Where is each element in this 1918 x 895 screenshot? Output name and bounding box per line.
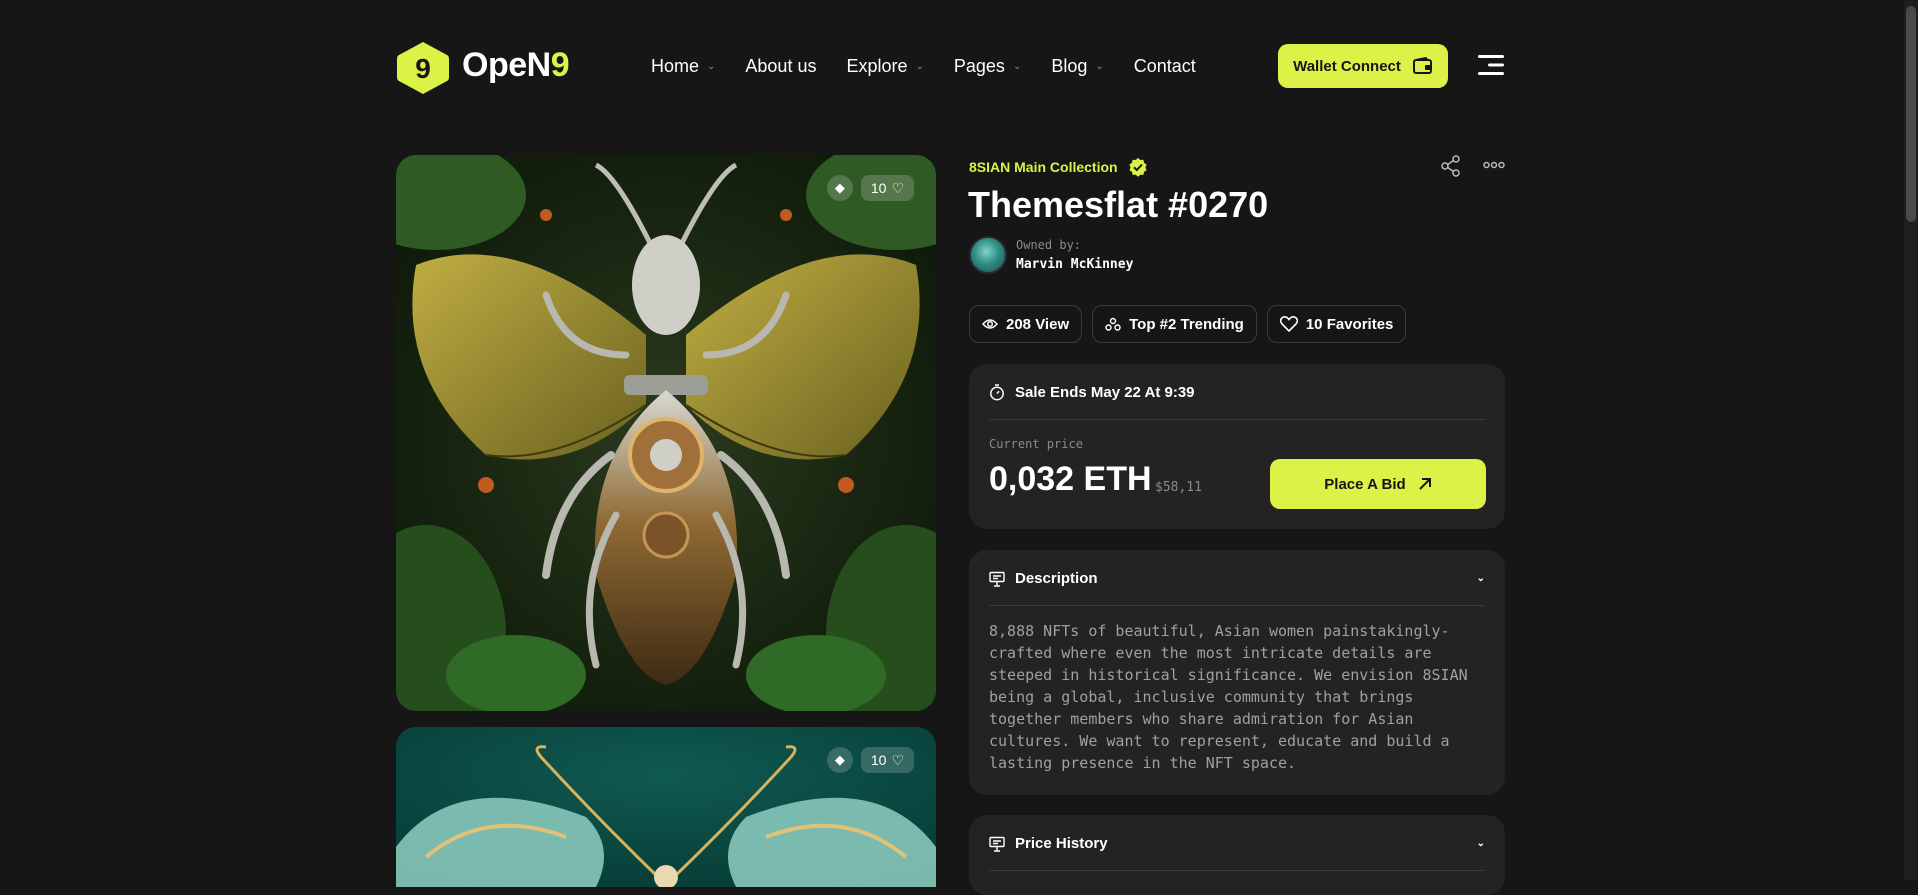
price-panel: Sale Ends May 22 At 9:39 Current price 0… — [969, 364, 1505, 529]
owner-name[interactable]: Marvin McKinney — [1016, 257, 1133, 272]
trending-stat: Top #2 Trending — [1092, 305, 1257, 343]
owned-by-label: Owned by: — [1016, 238, 1082, 252]
divider — [989, 870, 1485, 871]
chevron-down-icon: ⌄ — [1012, 61, 1022, 72]
current-price-label: Current price — [989, 437, 1083, 451]
chevron-down-icon: ⌄ — [1476, 838, 1485, 849]
nft-image-card[interactable]: ◆ 10 ♡ — [396, 727, 936, 887]
scrollbar-thumb[interactable] — [1906, 6, 1916, 222]
price-usd: $58,11 — [1155, 480, 1202, 495]
description-toggle[interactable]: Description ⌄ — [989, 570, 1485, 587]
favorites-label: 10 Favorites — [1305, 315, 1394, 333]
arrow-up-right-icon — [1418, 478, 1431, 490]
owner-avatar[interactable] — [969, 236, 1007, 274]
brand-name[interactable]: OpeN9 — [462, 46, 570, 85]
price-history-icon — [989, 836, 1005, 852]
nav-home-label: Home — [651, 56, 700, 76]
item-title: Themesflat #0270 — [968, 184, 1269, 225]
timer-icon — [990, 384, 1004, 401]
nav-pages-label: Pages — [953, 56, 1005, 76]
price-history-toggle[interactable]: Price History ⌄ — [989, 835, 1485, 852]
nav-blog[interactable]: Blog ⌄ — [1051, 56, 1103, 77]
description-text: 8,888 NFTs of beautiful, Asian women pai… — [989, 622, 1468, 772]
main-nav: Home ⌄ About us Explore ⌄ Pages ⌄ Blog ⌄ Con… — [651, 56, 1226, 77]
collection-name: 8SIAN Main Collection — [969, 159, 1118, 175]
price-history-heading: Price History — [1015, 835, 1108, 852]
current-price: 0,032 ETH — [989, 460, 1152, 498]
wallet-connect-button[interactable]: Wallet Connect — [1278, 44, 1448, 88]
chevron-down-icon: ⌄ — [915, 61, 924, 72]
logo-icon[interactable]: 9 — [396, 40, 450, 96]
nav-explore-label: Explore — [846, 56, 908, 76]
wallet-icon — [1412, 57, 1432, 74]
chevron-down-icon: ⌄ — [707, 61, 716, 72]
card-badges: ◆ 10 ♡ — [826, 747, 914, 773]
wallet-connect-label: Wallet Connect — [1293, 57, 1401, 75]
nft-image-card[interactable]: ◆ 10 ♡ — [396, 155, 936, 711]
nav-explore[interactable]: Explore ⌄ — [846, 56, 923, 77]
heart-icon — [1279, 316, 1298, 332]
heart-icon: ♡ — [891, 179, 904, 196]
item-stats: 208 View Top #2 Trending 10 Favorites — [969, 305, 1407, 343]
nav-home[interactable]: Home ⌄ — [651, 56, 715, 77]
trending-label: Top #2 Trending — [1129, 315, 1244, 333]
like-count: 10 — [870, 180, 887, 196]
sale-end: Sale Ends May 22 At 9:39 — [989, 384, 1195, 401]
description-panel: Description ⌄ 8,888 NFTs of beautiful, A… — [969, 550, 1505, 795]
beetle-artwork — [396, 155, 936, 711]
trending-icon — [1105, 317, 1121, 331]
nav-pages[interactable]: Pages ⌄ — [954, 56, 1021, 77]
description-icon — [989, 571, 1005, 587]
divider — [989, 605, 1485, 606]
nav-contact-label: Contact — [1133, 56, 1196, 76]
share-icon[interactable] — [1440, 155, 1462, 177]
like-button[interactable]: 10 ♡ — [860, 747, 914, 773]
place-bid-label: Place A Bid — [1324, 475, 1406, 493]
card-badges: ◆ 10 ♡ — [826, 175, 914, 201]
eye-icon — [982, 319, 998, 329]
heart-icon: ♡ — [891, 751, 904, 768]
favorites-stat[interactable]: 10 Favorites — [1266, 305, 1407, 343]
nav-about-label: About us — [745, 56, 817, 76]
chevron-down-icon: ⌄ — [1095, 61, 1104, 72]
description-heading: Description — [1015, 570, 1098, 587]
like-count: 10 — [870, 752, 887, 768]
verified-badge-icon — [1128, 158, 1147, 177]
place-bid-button[interactable]: Place A Bid — [1270, 459, 1486, 509]
nav-blog-label: Blog — [1051, 56, 1088, 76]
ethereum-icon: ◆ — [826, 747, 853, 773]
divider — [989, 419, 1485, 420]
ethereum-icon: ◆ — [826, 175, 853, 201]
brand-name-main: OpeN — [462, 46, 551, 84]
brand-name-accent: 9 — [550, 46, 570, 84]
nav-contact[interactable]: Contact — [1134, 56, 1196, 77]
nav-about[interactable]: About us — [745, 56, 816, 77]
price-history-panel: Price History ⌄ — [969, 815, 1505, 895]
collection-link[interactable]: 8SIAN Main Collection — [969, 157, 1148, 177]
more-options-icon[interactable] — [1483, 157, 1505, 173]
like-button[interactable]: 10 ♡ — [860, 175, 914, 201]
views-stat: 208 View — [969, 305, 1083, 343]
logo-glyph: 9 — [415, 53, 431, 84]
sale-ends-label: Sale Ends May 22 At 9:39 — [1015, 384, 1195, 401]
views-label: 208 View — [1006, 315, 1070, 333]
chevron-down-icon: ⌄ — [1476, 573, 1485, 584]
hamburger-menu-icon[interactable] — [1478, 54, 1504, 76]
